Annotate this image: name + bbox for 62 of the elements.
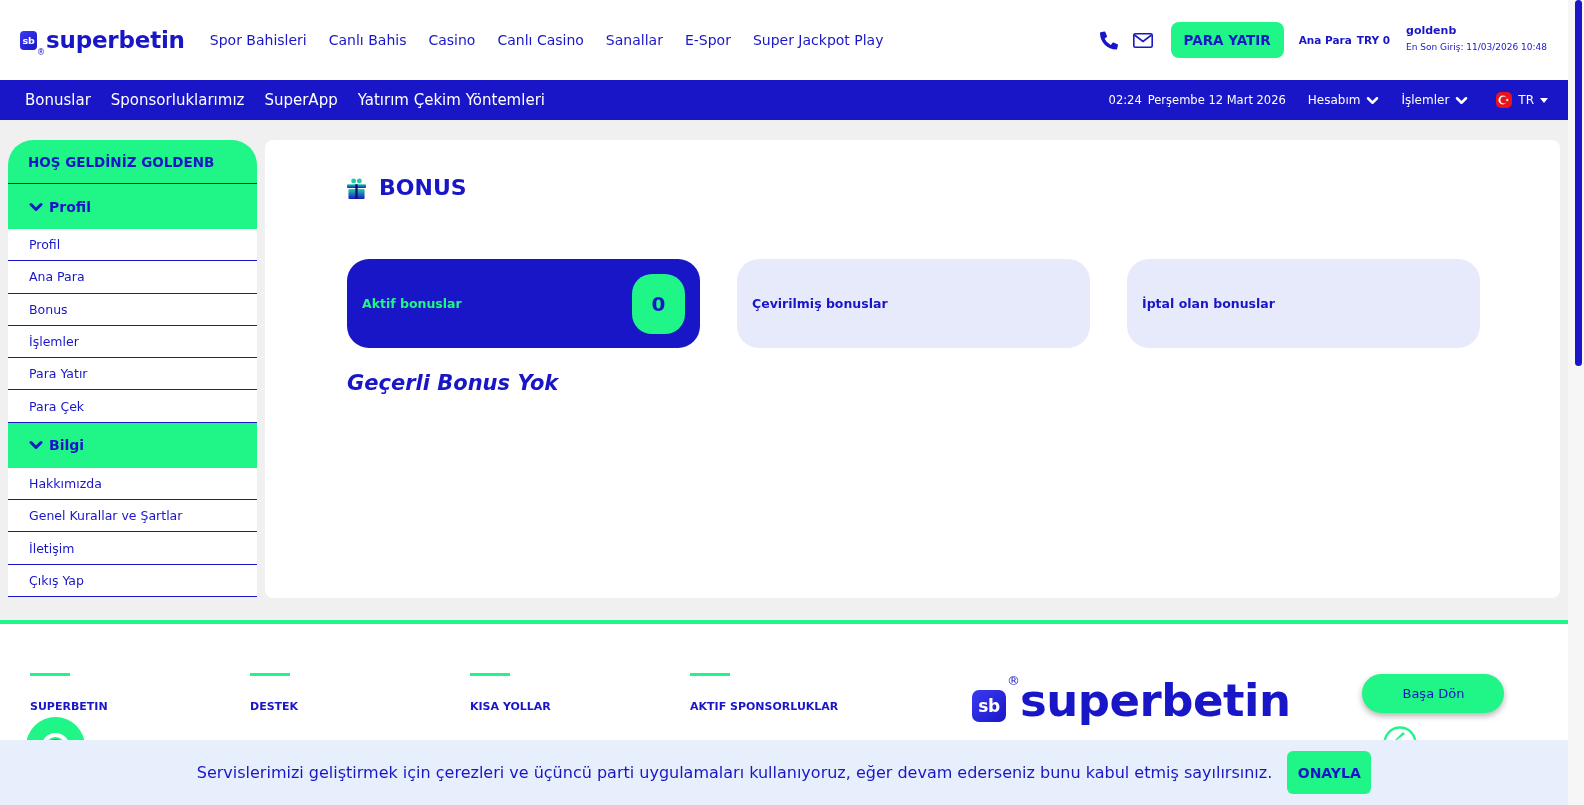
footer-heading: AKTIF SPONSORLUKLAR [690,700,839,713]
nav-link[interactable]: Sanallar [605,32,663,48]
back-to-top-button[interactable]: Başa Dön [1362,674,1505,713]
clock-time: 02:24 [1108,93,1142,107]
logo-wordmark[interactable]: superbetin [46,26,185,54]
footer-heading: SUPERBETIN [30,700,108,713]
sidebar-greeting: HOŞ GELDİNİZ GOLDENB [8,140,257,184]
footer-heading: DESTEK [250,700,299,713]
nav-link[interactable]: E-Spor [684,32,731,48]
mail-icon[interactable] [1132,32,1153,48]
bonus-tab[interactable]: Aktif bonuslar 0 [347,259,700,348]
last-login-text: En Son Giriş: 11/03/2026 10:48 [1406,41,1547,53]
nav-link[interactable]: Yatırım Çekim Yöntemleri [357,91,545,109]
phone-icon[interactable] [1099,30,1118,50]
nav-link[interactable]: SuperApp [264,91,338,109]
chevron-down-icon [1366,95,1380,105]
balance-label: Ana Para [1298,34,1352,46]
chevron-down-icon [1455,95,1469,105]
username: goldenb [1406,23,1458,37]
sidebar-link[interactable]: Hakkımızda [8,467,257,501]
nav-link[interactable]: Canlı Casino [497,32,584,48]
sidebar-link[interactable]: Para Çek [8,390,257,423]
sidebar-link[interactable]: Genel Kurallar ve Şartlar [8,500,257,533]
logo-wordmark: superbetin [1020,674,1291,728]
sidebar-link[interactable]: Çıkış Yap [8,564,257,597]
registered-mark: ® [37,48,45,57]
scrollbar-thumb[interactable] [1575,0,1582,366]
registered-mark: ® [1007,674,1020,687]
gift-icon [347,177,366,199]
nav-link[interactable]: Sponsorluklarımız [110,91,245,109]
nav-link[interactable]: Bonuslar [25,91,91,109]
count-badge: 0 [632,273,685,334]
bonus-tab[interactable]: İptal olan bonuslar [1127,259,1480,348]
nav-link[interactable]: Super Jackpot Play [752,32,884,48]
flag-icon [1496,92,1513,108]
logo-tile: sb [972,690,1006,722]
sidebar-link[interactable]: Para Yatır [8,358,257,391]
date-text: Perşembe 12 Mart 2026 [1147,93,1286,107]
footer-heading: KISA YOLLAR [470,700,551,713]
sidebar-link[interactable]: Ana Para [8,261,257,294]
page-title: BONUS [379,176,467,200]
accept-button[interactable]: ONAYLA [1287,751,1372,794]
logo-tile: sb [20,30,37,50]
empty-message: Geçerli Bonus Yok [347,370,560,396]
dropdown-menu[interactable]: Hesabım [1307,93,1380,107]
sidebar-link[interactable]: İletişim [8,532,257,565]
section-toggle[interactable]: Bilgi [8,422,257,468]
cookie-notice-text: Servislerimizi geliştirmek için çerezleri ve üçüncü parti uygulamaları kullanıyoruz, eğer devam ederseniz bunu kabul etmiş sayılırsınız. [196,763,1273,782]
bonus-tab[interactable]: Çevirilmiş bonuslar [737,259,1090,348]
sidebar-link[interactable]: Profil [8,229,257,262]
nav-link[interactable]: Casino [428,32,476,48]
dropdown-menu[interactable]: İşlemler [1401,93,1469,107]
nav-link[interactable]: Spor Bahisleri [209,32,307,48]
nav-link[interactable]: Canlı Bahis [328,32,407,48]
caret-icon [1540,97,1548,103]
deposit-button[interactable]: PARA YATIR [1170,22,1284,58]
sidebar-link[interactable]: Bonus [8,293,257,326]
language-selector[interactable]: TR [1496,92,1548,108]
sidebar-link[interactable]: İşlemler [8,325,257,359]
balance-value: TRY 0 [1356,34,1391,46]
section-toggle[interactable]: Profil [8,184,257,229]
chat-ring-icon[interactable] [1383,726,1418,740]
